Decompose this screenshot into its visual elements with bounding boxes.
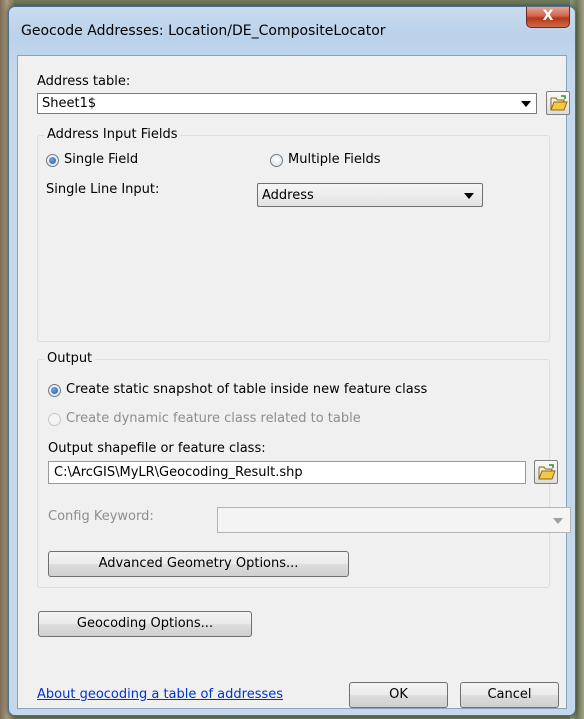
address-table-combo[interactable]: Sheet1$ bbox=[37, 93, 537, 114]
close-icon: X bbox=[542, 8, 554, 24]
single-field-radio[interactable] bbox=[46, 154, 59, 167]
chevron-down-icon bbox=[553, 518, 563, 524]
multiple-fields-radio[interactable] bbox=[270, 154, 283, 167]
output-shapefile-label: Output shapefile or feature class: bbox=[48, 441, 266, 456]
output-shapefile-browse-button[interactable] bbox=[534, 460, 558, 484]
geocode-addresses-dialog: Geocode Addresses: Location/DE_Composite… bbox=[8, 6, 576, 716]
dialog-client-area: Address table: Sheet1$ Address Input Fie… bbox=[17, 55, 571, 709]
config-keyword-combo bbox=[217, 507, 571, 533]
output-title: Output bbox=[44, 351, 96, 366]
chevron-down-icon bbox=[521, 101, 531, 107]
address-table-browse-button[interactable] bbox=[546, 91, 570, 115]
dynamic-feature-class-label: Create dynamic feature class related to … bbox=[66, 411, 361, 426]
window-title: Geocode Addresses: Location/DE_Composite… bbox=[21, 23, 386, 39]
open-folder-icon bbox=[550, 95, 568, 111]
single-line-input-combo[interactable]: Address bbox=[257, 183, 483, 207]
static-snapshot-radio[interactable] bbox=[48, 384, 61, 397]
static-snapshot-label[interactable]: Create static snapshot of table inside n… bbox=[66, 382, 427, 397]
close-button[interactable]: X bbox=[526, 7, 570, 28]
ok-button[interactable]: OK bbox=[349, 682, 448, 708]
single-line-input-value: Address bbox=[262, 188, 314, 203]
single-field-label[interactable]: Single Field bbox=[64, 152, 138, 167]
advanced-geometry-options-button[interactable]: Advanced Geometry Options... bbox=[48, 551, 349, 577]
address-input-fields-title: Address Input Fields bbox=[44, 127, 181, 142]
help-link[interactable]: About geocoding a table of addresses bbox=[37, 687, 283, 702]
multiple-fields-label[interactable]: Multiple Fields bbox=[288, 152, 381, 167]
dynamic-feature-class-radio bbox=[48, 413, 61, 426]
config-keyword-label: Config Keyword: bbox=[48, 509, 154, 524]
geocoding-options-button[interactable]: Geocoding Options... bbox=[38, 611, 252, 637]
chevron-down-icon bbox=[464, 193, 474, 199]
address-table-value: Sheet1$ bbox=[42, 96, 97, 111]
single-line-input-label: Single Line Input: bbox=[46, 182, 160, 197]
output-shapefile-value: C:\ArcGIS\MyLR\Geocoding_Result.shp bbox=[54, 465, 303, 480]
title-bar[interactable]: Geocode Addresses: Location/DE_Composite… bbox=[9, 7, 575, 55]
open-folder-icon bbox=[538, 464, 556, 480]
address-table-label: Address table: bbox=[37, 74, 131, 89]
output-shapefile-input[interactable]: C:\ArcGIS\MyLR\Geocoding_Result.shp bbox=[48, 461, 526, 484]
cancel-button[interactable]: Cancel bbox=[460, 682, 559, 708]
